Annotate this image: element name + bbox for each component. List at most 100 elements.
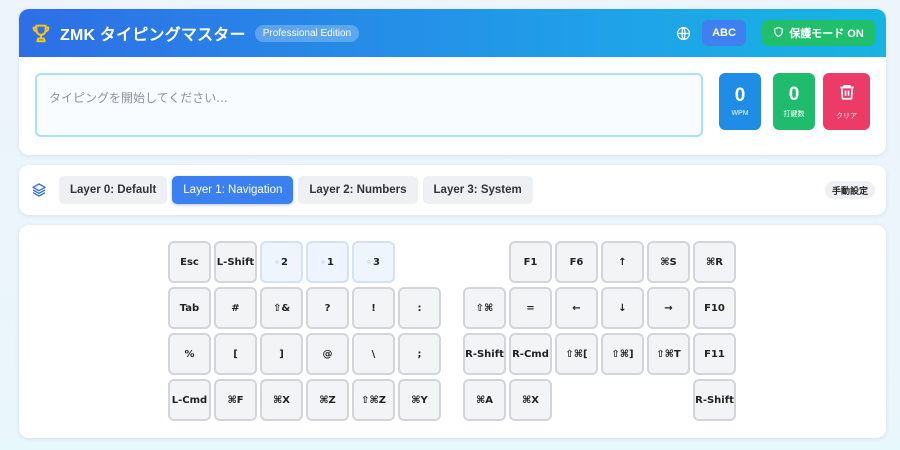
key-dot [321, 260, 326, 264]
key-label: F6 [569, 256, 584, 268]
key-left-r1-c2[interactable]: ⇧& [260, 287, 303, 329]
key-right-r1-c2[interactable]: ← [555, 287, 598, 329]
key-label: L-Shift [216, 256, 255, 268]
key-left-r0-c1[interactable]: L-Shift [214, 241, 257, 283]
layer-tabs: Layer 0: Default Layer 1: Navigation Layer… [59, 176, 533, 204]
layer-tab-1[interactable]: Layer 1: Navigation [172, 176, 294, 204]
key-left-r3-c5[interactable]: ⌘Y [398, 379, 441, 421]
key-left-r3-c2[interactable]: ⌘X [260, 379, 303, 421]
key-right-r1-c4[interactable]: → [647, 287, 690, 329]
key-label: @ [322, 348, 333, 360]
key-right-r2-c4[interactable]: ⇧⌘T [647, 333, 690, 375]
key-left-r0-c2[interactable]: 2 [260, 241, 303, 283]
key-label: ; [417, 348, 422, 360]
key-left-r0-c3[interactable]: 1 [306, 241, 349, 283]
app-title: ZMK タイピングマスター [60, 27, 246, 44]
bottom-strip [0, 444, 900, 450]
key-right-r3-c5[interactable]: R-Shift [693, 379, 736, 421]
key-left-r1-c1[interactable]: # [214, 287, 257, 329]
keystroke-label: 打鍵数 [783, 110, 805, 118]
key-left-r1-c4[interactable]: ! [352, 287, 395, 329]
key-label: ? [324, 302, 331, 314]
key-right-r0-c3[interactable]: ↑ [601, 241, 644, 283]
key-label: F11 [704, 348, 725, 360]
keystroke-value: 0 [788, 83, 800, 105]
key-left-r3-c0[interactable]: L-Cmd [168, 379, 211, 421]
trophy-icon [30, 22, 52, 44]
key-label: ⌘A [475, 394, 494, 406]
key-right-r0-c5[interactable]: ⌘R [693, 241, 736, 283]
key-right-r2-c5[interactable]: F11 [693, 333, 736, 375]
key-label: ↑ [618, 256, 627, 268]
protect-mode-button[interactable]: 保護モード ON [762, 20, 875, 46]
key-left-r1-c3[interactable]: ? [306, 287, 349, 329]
key-label: : [417, 302, 422, 314]
manual-settings-button[interactable]: 手動設定 [824, 181, 875, 199]
key-left-r2-c2[interactable]: ] [260, 333, 303, 375]
key-right-r0-c4[interactable]: ⌘S [647, 241, 690, 283]
key-right-r3-c1[interactable]: ⌘X [509, 379, 552, 421]
key-left-r1-c0[interactable]: Tab [168, 287, 211, 329]
key-label: R-Shift [695, 394, 734, 406]
key-left-r3-c3[interactable]: ⌘Z [306, 379, 349, 421]
clear-button[interactable]: クリア [823, 73, 870, 130]
key-label: ⌘S [660, 256, 677, 268]
typing-placeholder: タイピングを開始してください... [49, 91, 228, 105]
wpm-stat: 0 WPM [719, 73, 761, 130]
globe-icon[interactable] [675, 25, 691, 41]
key-right-r3-c0[interactable]: ⌘A [463, 379, 506, 421]
wpm-label: WPM [731, 110, 749, 117]
key-label: R-Cmd [512, 348, 549, 360]
key-right-r1-c3[interactable]: ↓ [601, 287, 644, 329]
key-label: L-Cmd [171, 394, 208, 406]
key-left-r1-c5[interactable]: : [398, 287, 441, 329]
edition-badge: Professional Edition [254, 24, 360, 42]
header-card: ZMK タイピングマスター Professional Edition ABC 保… [19, 9, 886, 155]
key-left-r3-c1[interactable]: ⌘F [214, 379, 257, 421]
key-label: % [184, 348, 195, 360]
key-right-r1-c5[interactable]: F10 [693, 287, 736, 329]
key-left-r2-c0[interactable]: % [168, 333, 211, 375]
key-label: ⇧⌘[ [565, 348, 588, 360]
key-label: Esc [180, 256, 199, 268]
key-right-r0-c2[interactable]: F6 [555, 241, 598, 283]
clear-label: クリア [836, 113, 857, 120]
key-label: = [526, 302, 535, 314]
layer-tab-2[interactable]: Layer 2: Numbers [298, 176, 418, 204]
key-right-r1-c0[interactable]: ⇧⌘ [463, 287, 506, 329]
key-label: Tab [179, 302, 200, 314]
key-label: ⌘X [522, 394, 539, 406]
key-label: → [664, 302, 673, 314]
key-left-r0-c4[interactable]: 3 [352, 241, 395, 283]
layers-icon [30, 182, 47, 199]
key-dot [275, 260, 280, 264]
key-label: ! [371, 302, 376, 314]
typing-input[interactable]: タイピングを開始してください... [35, 73, 703, 137]
key-label: R-Shift [465, 348, 504, 360]
key-label: 1 [327, 256, 334, 268]
layer-tab-3[interactable]: Layer 3: System [422, 176, 533, 204]
key-right-r2-c3[interactable]: ⇧⌘] [601, 333, 644, 375]
key-left-r2-c4[interactable]: \ [352, 333, 395, 375]
key-label: ⇧⌘T [656, 348, 681, 360]
input-mode-button[interactable]: ABC [702, 20, 746, 46]
key-label: ⌘F [227, 394, 244, 406]
key-left-r0-c0[interactable]: Esc [168, 241, 211, 283]
key-left-r2-c3[interactable]: @ [306, 333, 349, 375]
layer-tab-0[interactable]: Layer 0: Default [59, 176, 168, 204]
key-label: ← [572, 302, 581, 314]
key-label: ⌘Z [319, 394, 336, 406]
key-right-r0-c1[interactable]: F1 [509, 241, 552, 283]
key-label: ⌘Y [411, 394, 428, 406]
key-left-r2-c5[interactable]: ; [398, 333, 441, 375]
key-left-r3-c4[interactable]: ⇧⌘Z [352, 379, 395, 421]
protect-mode-label: 保護モード ON [789, 28, 864, 40]
key-left-r2-c1[interactable]: [ [214, 333, 257, 375]
key-label: ⇧⌘] [611, 348, 634, 360]
key-right-r1-c1[interactable]: = [509, 287, 552, 329]
key-right-r2-c1[interactable]: R-Cmd [509, 333, 552, 375]
key-right-r2-c2[interactable]: ⇧⌘[ [555, 333, 598, 375]
key-right-r2-c0[interactable]: R-Shift [463, 333, 506, 375]
key-label: ⌘X [273, 394, 290, 406]
key-dot [367, 260, 372, 264]
